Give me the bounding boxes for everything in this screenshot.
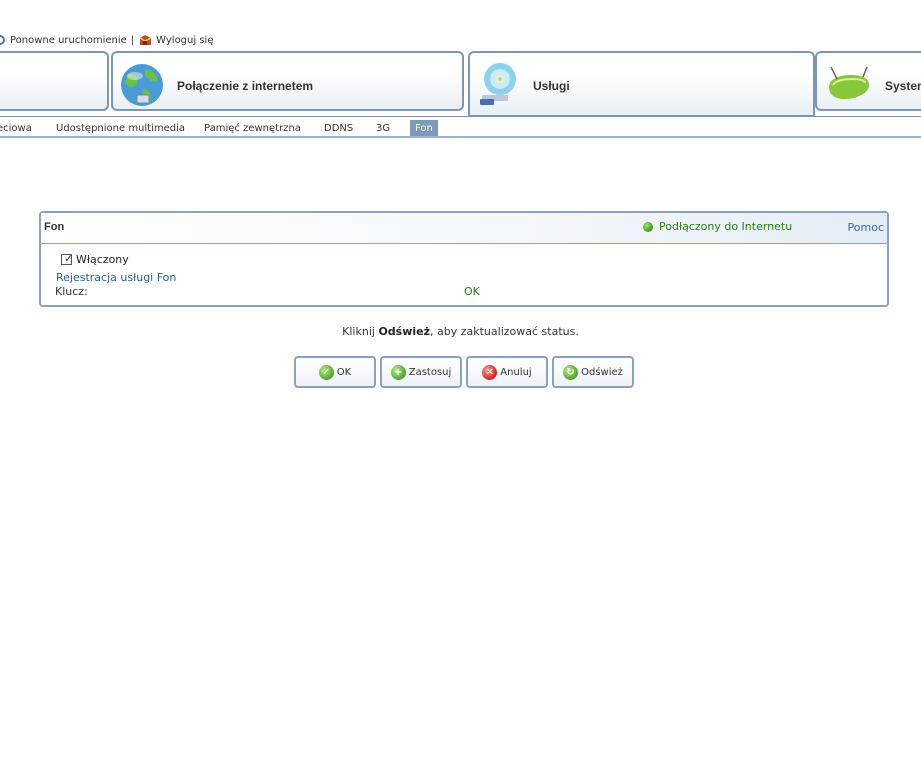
apply-icon: +	[390, 364, 406, 380]
apply-button[interactable]: + Zastosuj	[380, 356, 462, 388]
main-tab-system[interactable]: System	[815, 51, 921, 111]
reboot-icon[interactable]	[0, 35, 5, 45]
connection-status-text: Podłączony do Internetu	[659, 220, 793, 233]
key-label: Klucz:	[55, 285, 88, 298]
cancel-icon: ✕	[482, 364, 498, 380]
fon-panel: Fon Podłączony do Internetu Pomoc ✓ Włąc…	[39, 211, 889, 307]
main-tab-label: Połączenie z internetem	[177, 79, 314, 93]
logout-link[interactable]: Wyloguj się	[156, 35, 213, 46]
subtab-fon[interactable]: Fon	[410, 120, 438, 136]
subtab-shared-media[interactable]: Udostępnione multimedia	[56, 120, 185, 136]
tabs-divider	[0, 116, 921, 117]
main-tab-internet-connection[interactable]: Połączenie z internetem	[111, 51, 464, 111]
main-tab-label: System	[885, 79, 921, 93]
subtab-network[interactable]: eciowa	[0, 120, 32, 136]
subtab-external-storage[interactable]: Pamięć zewnętrzna	[204, 120, 301, 136]
status-dot-icon	[643, 221, 653, 232]
reboot-link[interactable]: Ponowne uruchomienie	[10, 35, 127, 46]
cancel-button[interactable]: ✕ Anuluj	[466, 356, 548, 388]
subtabs-divider	[0, 136, 921, 138]
enabled-label: Włączony	[76, 253, 129, 266]
ok-button-label: OK	[336, 366, 352, 378]
services-disc-icon	[474, 59, 524, 109]
fon-registration-link[interactable]: Rejestracja usługi Fon	[56, 271, 176, 284]
subtab-ddns[interactable]: DDNS	[324, 120, 353, 136]
top-links-separator: |	[130, 34, 135, 46]
refresh-button[interactable]: ↻ Odśwież	[552, 356, 634, 388]
hint-before: Kliknij	[342, 325, 379, 338]
main-tab-services[interactable]: Usługi	[468, 51, 815, 117]
enabled-row: ✓ Włączony	[61, 253, 129, 266]
system-router-icon	[823, 59, 873, 109]
check-mark-icon: ✓	[64, 252, 74, 265]
hint-after: , aby zaktualizować status.	[430, 325, 579, 338]
cancel-button-label: Anuluj	[500, 366, 532, 378]
refresh-button-label: Odśwież	[581, 366, 623, 378]
key-value: OK	[464, 285, 480, 298]
main-tab-network[interactable]	[0, 51, 109, 111]
help-link[interactable]: Pomoc	[848, 221, 884, 234]
top-links: Ponowne uruchomienie | Wyloguj się	[0, 33, 213, 47]
ok-button[interactable]: ✓ OK	[294, 356, 376, 388]
panel-header: Fon Podłączony do Internetu Pomoc	[41, 213, 887, 244]
logout-icon[interactable]	[138, 34, 153, 47]
connection-status: Podłączony do Internetu	[643, 220, 792, 233]
hint-bold: Odśwież	[378, 325, 431, 338]
subtab-3g[interactable]: 3G	[376, 120, 390, 136]
ok-icon: ✓	[318, 364, 334, 380]
refresh-hint: Kliknij Odśwież, aby zaktualizować statu…	[0, 325, 921, 338]
globe-icon	[117, 59, 167, 109]
apply-button-label: Zastosuj	[408, 366, 452, 378]
main-tab-label: Usługi	[533, 79, 570, 93]
panel-title: Fon	[44, 221, 65, 233]
enabled-checkbox[interactable]: ✓	[61, 252, 74, 265]
refresh-icon: ↻	[563, 364, 579, 380]
